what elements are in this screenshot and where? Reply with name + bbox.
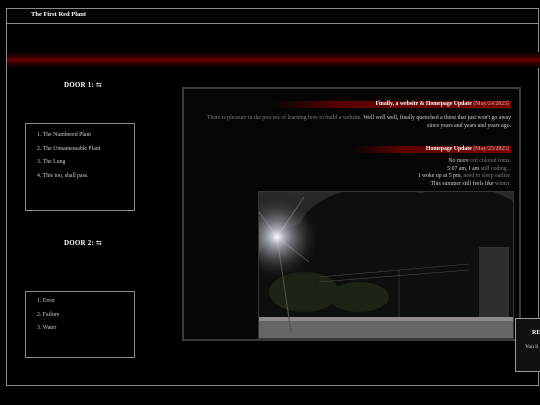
site-title[interactable]: The First Red Plant — [31, 11, 86, 18]
post-2-title: Homepage Update [May/25/2025] — [351, 146, 511, 153]
night-street-photo — [258, 191, 514, 339]
post-2-date: [May/25/2025] — [473, 146, 509, 152]
door-2-heading[interactable]: DOOR 2: ⇆ — [64, 238, 102, 247]
door-1-item[interactable]: 1. The Numbered Plant — [37, 129, 134, 143]
post-1-title: Finally, a website & Homepage Update [Ma… — [271, 101, 511, 108]
door-2-item[interactable]: 1. Error — [37, 295, 134, 309]
door-1-heading[interactable]: DOOR 1: ⇆ — [64, 80, 102, 89]
door-1-item[interactable]: 3. The Lung — [37, 156, 134, 170]
header-bar: The First Red Plant — [7, 9, 538, 24]
red-banner — [7, 52, 540, 68]
door-1-item[interactable]: 2. The Unnamessable Plant — [37, 143, 134, 157]
door-1-box: 1. The Numbered Plant 2. The Unnamessabl… — [25, 123, 135, 211]
popup-dialog[interactable]: RE You li — [515, 318, 540, 372]
door-2-box: 1. Error 2. Failure 3. Water — [25, 291, 135, 358]
popup-title: RE — [532, 330, 540, 336]
door-2-item[interactable]: 2. Failure — [37, 309, 134, 323]
door-2-item[interactable]: 3. Water — [37, 322, 134, 336]
post-1-date: [May/24/2025] — [473, 101, 509, 107]
popup-body-text: You li — [525, 344, 539, 350]
post-1-body: There is pleasure in the process of lear… — [206, 115, 511, 129]
post-2-body: No more red colored fonts. 5:07 am, I am… — [418, 158, 511, 187]
door-1-item[interactable]: 4. This too, shall pass. — [37, 170, 134, 184]
